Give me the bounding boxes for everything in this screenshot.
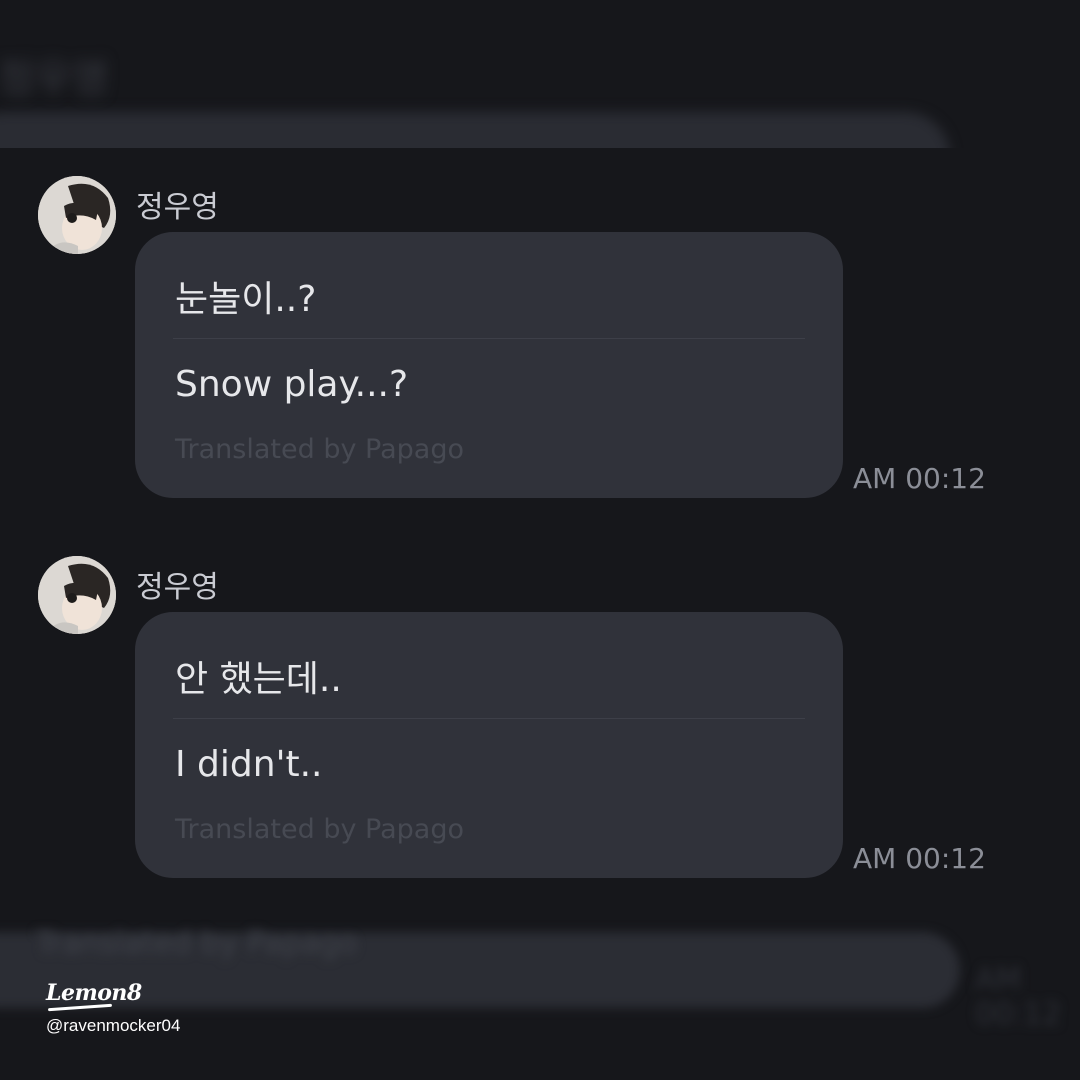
lemon8-logo: Lemon8: [46, 980, 142, 1006]
header-contact-name: 정우영: [0, 56, 109, 102]
next-message-time: AM 00:12: [975, 962, 1062, 1032]
message-bubble[interactable]: 눈놀이..? Snow play...? Translated by Papag…: [135, 232, 843, 498]
avatar-photo-icon: [38, 556, 116, 634]
sender-name: 정우영: [136, 190, 219, 225]
translation-credit: Translated by Papago: [175, 434, 464, 465]
message-bubble[interactable]: 안 했는데.. I didn't.. Translated by Papago: [135, 612, 843, 878]
avatar[interactable]: [38, 556, 116, 634]
original-text: 눈놀이..?: [175, 279, 317, 320]
translated-text: I didn't..: [175, 744, 323, 785]
message-time: AM 00:12: [853, 462, 986, 495]
avatar-photo-icon: [38, 176, 116, 254]
translation-divider: [173, 338, 805, 339]
translated-text: Snow play...?: [175, 364, 409, 405]
translation-divider: [173, 718, 805, 719]
translation-credit: Translated by Papago: [175, 814, 464, 845]
chat-screen: 정우영 정우영 눈놀이..? Snow play...? Translated …: [0, 0, 1080, 1080]
watermark-handle: @ravenmocker04: [46, 1016, 181, 1035]
next-message-credit: Translated by Papago: [36, 926, 358, 961]
sender-name: 정우영: [136, 570, 219, 605]
original-text: 안 했는데..: [175, 659, 342, 700]
message-time: AM 00:12: [853, 842, 986, 875]
avatar[interactable]: [38, 176, 116, 254]
